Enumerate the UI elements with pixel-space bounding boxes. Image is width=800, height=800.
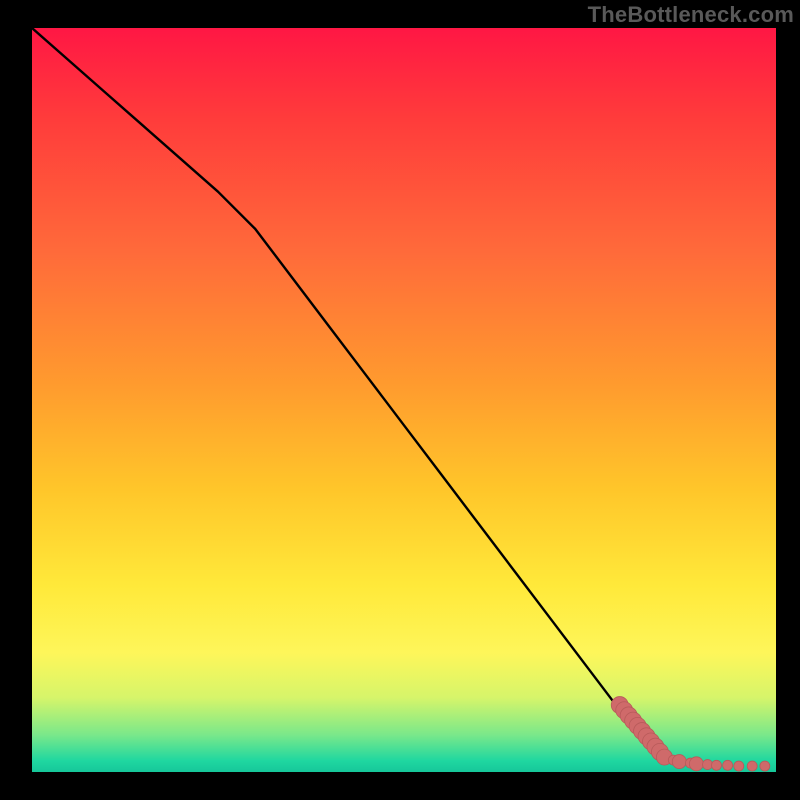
scatter-point [711, 760, 721, 770]
scatter-point [723, 760, 733, 770]
scatter-point [747, 761, 757, 771]
scatter-point [703, 760, 713, 770]
scatter-point [689, 757, 703, 771]
plot-area [32, 28, 776, 772]
watermark-text: TheBottleneck.com [588, 2, 794, 28]
chart-svg [32, 28, 776, 772]
gradient-background [32, 28, 776, 772]
scatter-point [760, 761, 770, 771]
scatter-point [734, 761, 744, 771]
scatter-point [672, 755, 686, 769]
chart-container: TheBottleneck.com [0, 0, 800, 800]
